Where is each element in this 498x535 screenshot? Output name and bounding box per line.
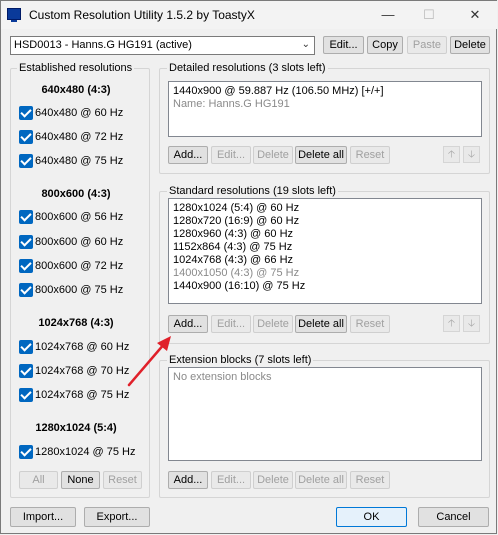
standard-resolution-item[interactable]: 1280x960 (4:3) @ 60 Hz [173,228,293,240]
extension-edit-button[interactable]: Edit... [211,471,251,489]
checkbox-640x480-72[interactable] [19,130,33,144]
maximize-button[interactable]: ☐ [414,5,444,25]
window-title: Custom Resolution Utility 1.5.2 by Toast… [29,8,255,22]
standard-delete-all-button[interactable]: Delete all [295,315,347,333]
title-bar[interactable]: Custom Resolution Utility 1.5.2 by Toast… [1,1,497,29]
ok-button[interactable]: OK [336,507,407,527]
detailed-delete-all-button[interactable]: Delete all [295,146,347,164]
monitor-copy-button[interactable]: Copy [367,36,403,54]
detailed-resolution-item[interactable]: 1440x900 @ 59.887 Hz (106.50 MHz) [+/+] [173,85,384,97]
established-none-button[interactable]: None [61,471,100,489]
label-800x600-72: 800x600 @ 72 Hz [35,260,124,272]
checkbox-1280x1024-75[interactable] [19,445,33,459]
label-1280x1024-75: 1280x1024 @ 75 Hz [35,446,136,458]
standard-resolution-item[interactable]: 1280x720 (16:9) @ 60 Hz [173,215,299,227]
standard-delete-button[interactable]: Delete [253,315,293,333]
export-button[interactable]: Export... [84,507,150,527]
standard-resolutions-label: Standard resolutions (19 slots left) [167,185,338,197]
close-button[interactable]: ✕ [460,5,490,25]
move-up-arrow-icon[interactable]: 🡡 [443,315,460,332]
detailed-add-button[interactable]: Add... [168,146,208,164]
standard-edit-button[interactable]: Edit... [211,315,251,333]
extension-blocks-label: Extension blocks (7 slots left) [167,354,314,366]
monitor-edit-button[interactable]: Edit... [323,36,364,54]
checkbox-800x600-56[interactable] [19,210,33,224]
label-640x480-60: 640x480 @ 60 Hz [35,107,124,119]
standard-resolution-item[interactable]: 1024x768 (4:3) @ 66 Hz [173,254,293,266]
label-800x600-56: 800x600 @ 56 Hz [35,211,124,223]
label-1024x768-60: 1024x768 @ 60 Hz [35,341,130,353]
extension-add-button[interactable]: Add... [168,471,208,489]
checkbox-800x600-72[interactable] [19,259,33,273]
annotation-arrow-icon [127,336,171,387]
minimize-button[interactable]: — [373,5,403,25]
detailed-resolutions-list[interactable]: 1440x900 @ 59.887 Hz (106.50 MHz) [+/+] … [168,81,482,137]
established-all-button[interactable]: All [19,471,58,489]
monitor-paste-button[interactable]: Paste [407,36,447,54]
extension-empty-text: No extension blocks [173,371,272,383]
established-heading-1024: 1024x768 (4:3) [38,317,114,329]
established-resolutions-label: Established resolutions [17,62,135,74]
checkbox-640x480-75[interactable] [19,154,33,168]
label-800x600-60: 800x600 @ 60 Hz [35,236,124,248]
established-reset-button[interactable]: Reset [103,471,142,489]
move-down-arrow-icon[interactable]: 🡣 [463,146,480,163]
label-1024x768-70: 1024x768 @ 70 Hz [35,365,130,377]
established-heading-1280: 1280x1024 (5:4) [35,422,117,434]
standard-resolution-item[interactable]: 1152x864 (4:3) @ 75 Hz [173,241,292,253]
import-button[interactable]: Import... [10,507,76,527]
standard-resolution-item[interactable]: 1440x900 (16:10) @ 75 Hz [173,280,305,292]
checkbox-800x600-60[interactable] [19,235,33,249]
standard-reset-button[interactable]: Reset [350,315,390,333]
established-heading-800: 800x600 (4:3) [41,188,111,200]
monitor-app-icon [7,8,21,22]
checkbox-640x480-60[interactable] [19,106,33,120]
monitor-select-value: HSD0013 - Hanns.G HG191 (active) [14,39,192,51]
main-window: Custom Resolution Utility 1.5.2 by Toast… [0,0,497,534]
move-up-arrow-icon[interactable]: 🡡 [443,146,460,163]
checkbox-1024x768-70[interactable] [19,364,33,378]
label-1024x768-75: 1024x768 @ 75 Hz [35,389,130,401]
extension-delete-button[interactable]: Delete [253,471,293,489]
detailed-name-line: Name: Hanns.G HG191 [173,98,290,110]
monitor-select[interactable]: HSD0013 - Hanns.G HG191 (active) ⌄ [10,36,315,55]
extension-reset-button[interactable]: Reset [350,471,390,489]
monitor-delete-button[interactable]: Delete [450,36,490,54]
label-640x480-75: 640x480 @ 75 Hz [35,155,124,167]
extension-delete-all-button[interactable]: Delete all [295,471,347,489]
cancel-button[interactable]: Cancel [418,507,489,527]
detailed-delete-button[interactable]: Delete [253,146,293,164]
move-down-arrow-icon[interactable]: 🡣 [463,315,480,332]
checkbox-1024x768-75[interactable] [19,388,33,402]
detailed-resolutions-label: Detailed resolutions (3 slots left) [167,62,328,74]
checkbox-800x600-75[interactable] [19,283,33,297]
standard-resolutions-list[interactable]: 1280x1024 (5:4) @ 60 Hz 1280x720 (16:9) … [168,198,482,304]
chevron-down-icon: ⌄ [301,39,310,50]
detailed-reset-button[interactable]: Reset [350,146,390,164]
label-640x480-72: 640x480 @ 72 Hz [35,131,124,143]
standard-resolution-item-disabled[interactable]: 1400x1050 (4:3) @ 75 Hz [173,267,299,279]
label-800x600-75: 800x600 @ 75 Hz [35,284,124,296]
extension-blocks-list[interactable]: No extension blocks [168,367,482,461]
standard-resolution-item[interactable]: 1280x1024 (5:4) @ 60 Hz [173,202,299,214]
detailed-edit-button[interactable]: Edit... [211,146,251,164]
checkbox-1024x768-60[interactable] [19,340,33,354]
established-heading-640: 640x480 (4:3) [41,84,111,96]
